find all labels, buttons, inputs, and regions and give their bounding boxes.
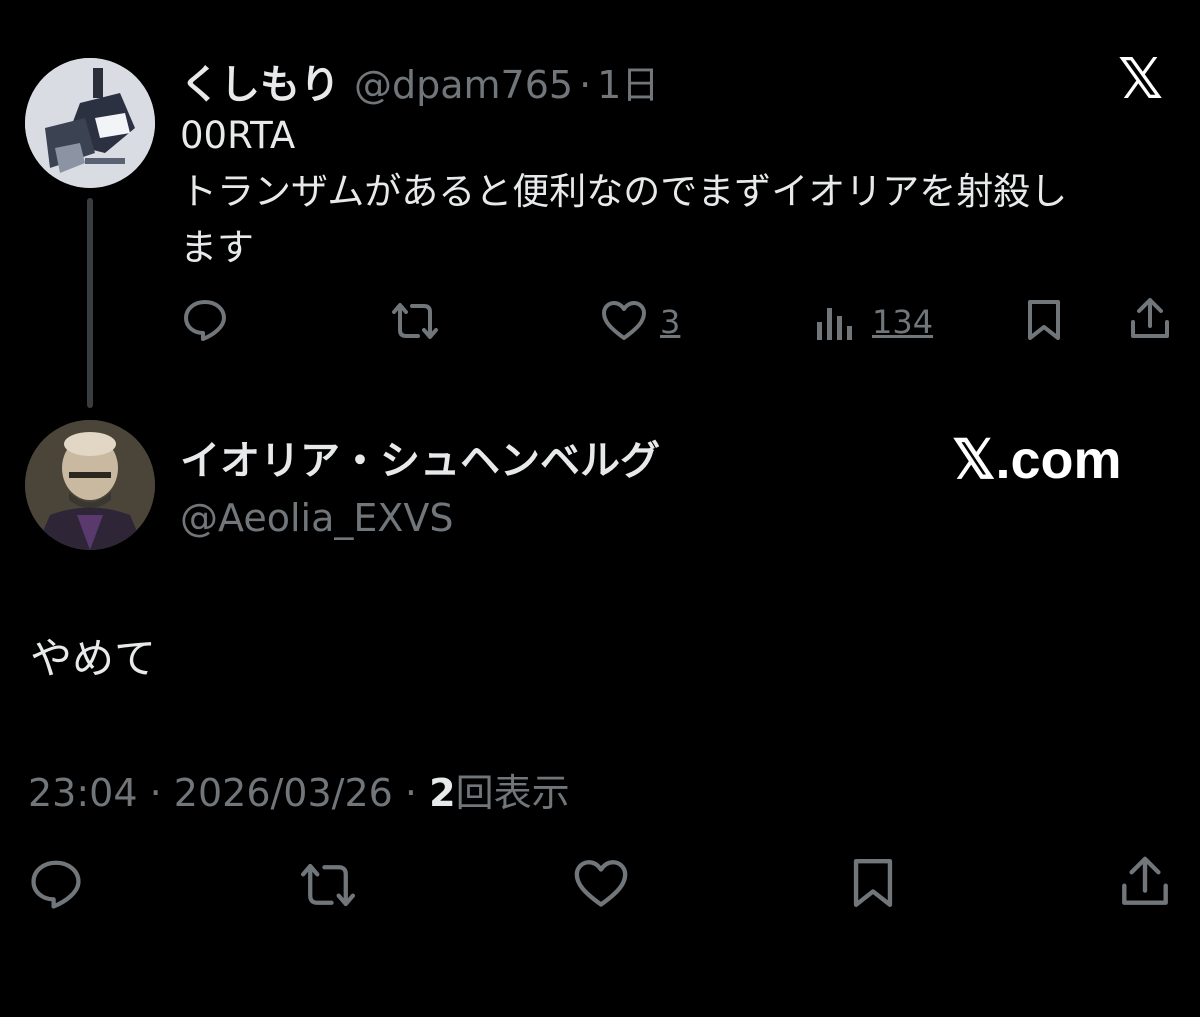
reply-tweet-header: イオリア・シュヘンベルグ @Aeolia_EXVS [180,428,660,540]
tweet-date[interactable]: 2026/03/26 [174,771,393,815]
x-logo-icon: 𝕏 [1118,47,1164,112]
share-upload-icon[interactable] [1118,854,1172,910]
heart-icon[interactable] [572,858,630,910]
display-name[interactable]: イオリア・シュヘンベルグ [180,428,660,486]
bookmark-icon[interactable] [850,856,896,910]
view-count[interactable]: 134 [872,303,933,341]
avatar-reply[interactable] [25,420,155,550]
separator: · [404,771,418,815]
parent-tweet-text: 00RTA トランザムがあると便利なのでまずイオリアを射殺し ます [180,108,1170,276]
reply-tweet-text: やめて [30,634,157,683]
share-upload-icon[interactable] [1128,296,1172,342]
avatar-mecha-image [25,58,155,188]
avatar-parent[interactable] [25,58,155,188]
like-count[interactable]: 3 [660,303,680,341]
retweet-icon[interactable] [296,860,360,910]
separator: · [149,771,162,815]
time-ago[interactable]: 1日 [597,54,659,109]
thread-connector-line [87,198,93,408]
reply-bubble-icon[interactable] [182,298,228,342]
tweet-time[interactable]: 23:04 [28,771,138,815]
reply-bubble-icon[interactable] [28,858,84,910]
view-count: 2 [429,771,456,815]
handle[interactable]: @Aeolia_EXVS [180,496,660,540]
tweet-text-line: トランザムがあると便利なのでまずイオリアを射殺し [180,170,1068,213]
x-com-watermark: 𝕏.com [952,430,1122,490]
tweet-text-line: ます [180,226,254,269]
heart-icon[interactable] [600,300,648,342]
parent-tweet-header: くしもり @dpam765 · 1日 [180,52,659,110]
display-name[interactable]: くしもり [180,52,340,110]
avatar-portrait-image [25,420,155,550]
separator: · [579,63,592,107]
tweet-meta: 23:04 · 2026/03/26 · 2回表示 [28,762,570,817]
retweet-icon[interactable] [388,300,442,342]
bookmark-icon[interactable] [1025,298,1063,342]
view-label: 回表示 [455,771,570,815]
bar-chart-icon[interactable] [814,300,854,342]
handle[interactable]: @dpam765 [354,63,573,107]
tweet-text-line: 00RTA [180,114,296,157]
